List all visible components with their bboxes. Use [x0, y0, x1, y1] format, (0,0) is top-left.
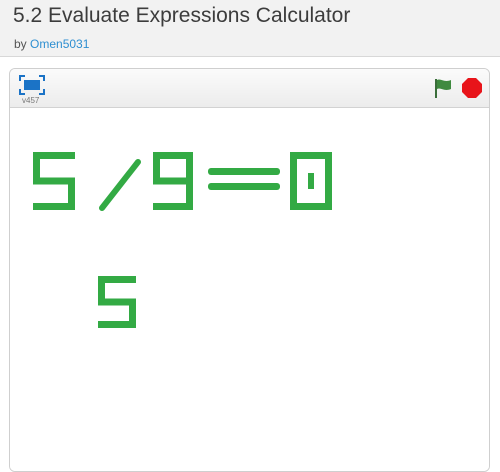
expression-glyph [153, 152, 193, 210]
fullscreen-icon[interactable] [19, 75, 45, 95]
input-glyph [98, 276, 136, 328]
expression-glyph [33, 152, 75, 210]
stop-sign-icon[interactable] [461, 77, 483, 99]
expression-line [33, 152, 332, 211]
stage-display [33, 152, 332, 328]
player-controls: v457 [10, 69, 489, 108]
input-line [98, 276, 136, 328]
scratch-player: v457 [9, 68, 490, 472]
expression-glyph [208, 168, 280, 190]
project-byline: by Omen5031 [14, 37, 89, 51]
stage-canvas[interactable] [10, 108, 489, 471]
expression-glyph [99, 159, 141, 211]
project-title: 5.2 Evaluate Expressions Calculator [13, 4, 351, 27]
green-flag-icon[interactable] [432, 77, 454, 99]
expression-glyph [290, 152, 332, 210]
project-page: 5.2 Evaluate Expressions Calculator by O… [0, 0, 500, 472]
byline-prefix: by [14, 37, 27, 51]
author-link[interactable]: Omen5031 [30, 37, 89, 51]
version-label: v457 [22, 96, 40, 105]
